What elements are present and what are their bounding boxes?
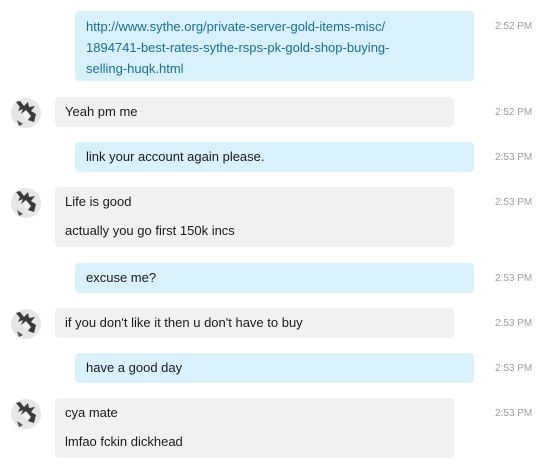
message-bubble-outgoing: link your account again please.	[75, 142, 474, 172]
message-timestamp: 2:53 PM	[495, 363, 533, 374]
message-bubble-incoming: Life is good actually you go first 150k …	[55, 187, 454, 247]
contact-avatar[interactable]	[11, 98, 41, 128]
contact-avatar[interactable]	[11, 399, 41, 429]
message-link[interactable]: http://www.sythe.org/private-server-gold…	[86, 19, 385, 34]
message-text: Yeah pm me	[65, 104, 138, 119]
avatar-image	[11, 188, 41, 218]
message-timestamp: 2:53 PM	[495, 318, 533, 329]
message-timestamp: 2:53 PM	[495, 408, 533, 419]
message-text: if you don't like it then u don't have t…	[65, 315, 303, 330]
message-link[interactable]: 1894741-best-rates-sythe-rsps-pk-gold-sh…	[86, 40, 389, 55]
message-text: Life is good	[65, 194, 132, 209]
message-bubble-outgoing: http://www.sythe.org/private-server-gold…	[75, 11, 474, 81]
message-text: actually you go first 150k incs	[65, 223, 235, 238]
avatar-image	[11, 309, 41, 339]
message-link[interactable]: selling-huqk.html	[86, 61, 184, 76]
contact-avatar[interactable]	[11, 188, 41, 218]
message-text: link your account again please.	[86, 149, 265, 164]
message-timestamp: 2:53 PM	[495, 273, 533, 284]
message-text: excuse me?	[86, 270, 157, 285]
message-bubble-incoming: cya mate lmfao fckin dickhead	[55, 398, 454, 458]
message-bubble-incoming: Yeah pm me	[55, 97, 454, 127]
message-bubble-outgoing: have a good day	[75, 353, 474, 383]
message-text: cya mate	[65, 405, 118, 420]
contact-avatar[interactable]	[11, 309, 41, 339]
avatar-image	[11, 98, 41, 128]
message-bubble-incoming: if you don't like it then u don't have t…	[55, 308, 454, 338]
message-timestamp: 2:52 PM	[495, 107, 533, 118]
message-text: lmfao fckin dickhead	[65, 434, 183, 449]
message-timestamp: 2:53 PM	[495, 152, 533, 163]
message-timestamp: 2:52 PM	[495, 21, 533, 32]
message-timestamp: 2:53 PM	[495, 197, 533, 208]
message-bubble-outgoing: excuse me?	[75, 263, 474, 293]
avatar-image	[11, 399, 41, 429]
message-text: have a good day	[86, 360, 183, 375]
